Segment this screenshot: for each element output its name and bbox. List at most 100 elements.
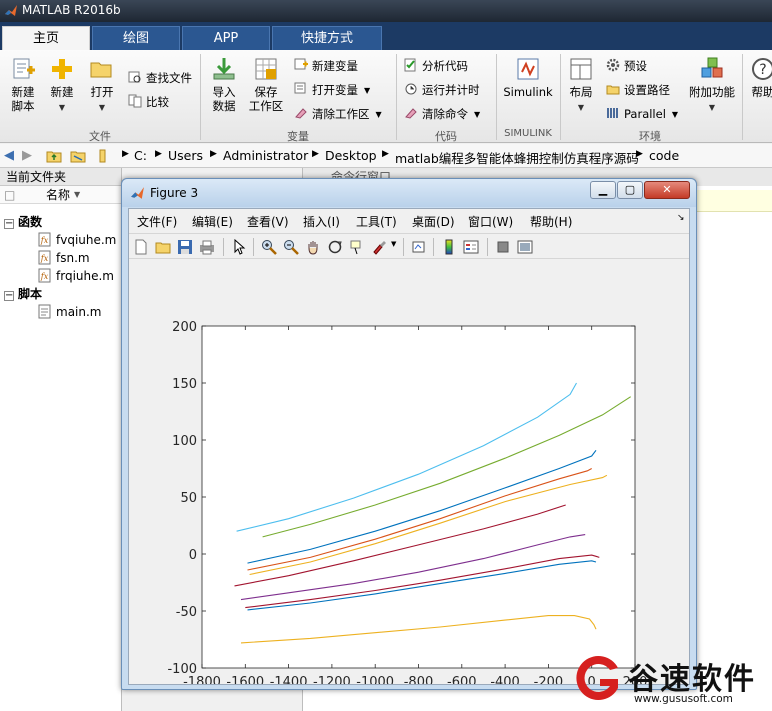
simulink-button[interactable]: Simulink xyxy=(500,56,556,99)
browse-folder-icon[interactable] xyxy=(70,148,86,164)
breadcrumb-separator: ▶ xyxy=(210,149,217,159)
brush-icon[interactable] xyxy=(371,239,387,255)
preferences-label: 预设 xyxy=(624,59,647,73)
clear-commands-button[interactable]: 清除命令 ▼ xyxy=(404,104,480,124)
app-title-bar: MATLAB R2016b xyxy=(0,0,772,22)
save-workspace-button[interactable]: 保存 工作区 xyxy=(246,56,286,113)
save-icon[interactable] xyxy=(177,239,193,255)
menu-help[interactable]: 帮助(H) xyxy=(530,213,572,230)
breadcrumb-separator: ▶ xyxy=(312,149,319,159)
data-cursor-icon[interactable] xyxy=(349,239,365,255)
save-workspace-label: 保存 工作区 xyxy=(248,85,284,113)
breadcrumb-item[interactable]: C: xyxy=(134,148,147,163)
chevron-down-icon: ▼ xyxy=(58,103,66,112)
open-label: 打开 xyxy=(90,85,114,99)
zoom-in-icon[interactable] xyxy=(261,239,277,255)
pointer-icon[interactable] xyxy=(231,239,247,255)
menu-expand-arrow-icon[interactable]: ↘ xyxy=(677,213,685,223)
menu-tools[interactable]: 工具(T) xyxy=(356,213,397,230)
show-plot-tools-icon[interactable] xyxy=(517,239,533,255)
new-label: 新建 xyxy=(50,85,74,99)
menu-window[interactable]: 窗口(W) xyxy=(468,213,513,230)
folder-up-icon[interactable] xyxy=(46,148,62,164)
forward-arrow-icon[interactable]: ▶ xyxy=(22,148,32,163)
help-button[interactable]: ? 帮助 xyxy=(748,56,772,99)
help-question-icon: ? xyxy=(752,58,772,80)
menu-file[interactable]: 文件(F) xyxy=(137,213,177,230)
close-button[interactable]: ✕ xyxy=(644,181,690,199)
collapse-icon[interactable]: − xyxy=(4,291,14,301)
set-path-button[interactable]: 设置路径 xyxy=(606,80,670,100)
file-item[interactable]: fx fsn.m xyxy=(38,250,90,267)
file-item[interactable]: fx frqiuhe.m xyxy=(38,268,114,285)
figure-window[interactable]: Figure 3 ▁ ▢ ✕ 文件(F) 编辑(E) 查看(V) 插入(I) 工… xyxy=(121,178,697,690)
column-header-name[interactable]: □ 名称 ▼ xyxy=(0,186,121,204)
preferences-button[interactable]: 预设 xyxy=(606,56,647,76)
compare-button[interactable]: 比较 xyxy=(128,92,169,112)
x-tick-label: -400 xyxy=(490,675,520,684)
zoom-out-icon[interactable] xyxy=(283,239,299,255)
chevron-down-icon: ▼ xyxy=(708,103,716,112)
line-chart[interactable]: -1800 -1600 -1400 -1200 -1000 -800 -600 -400 -20… xyxy=(129,260,689,690)
find-files-button[interactable]: 查找文件 xyxy=(128,68,192,88)
tab-apps[interactable]: APP xyxy=(182,26,270,50)
analyze-code-button[interactable]: 分析代码 xyxy=(404,56,468,76)
import-data-button[interactable]: 导入 数据 xyxy=(205,56,243,113)
addons-button[interactable]: 附加功能 ▼ xyxy=(686,56,738,115)
menu-insert[interactable]: 插入(I) xyxy=(303,213,340,230)
drive-folder-icon xyxy=(99,149,106,163)
brush-dropdown-icon[interactable]: ▼ xyxy=(391,240,396,248)
tree-group-functions[interactable]: − 函数 xyxy=(4,214,42,231)
app-title: MATLAB R2016b xyxy=(22,3,121,17)
set-path-icon xyxy=(606,85,620,95)
print-icon[interactable] xyxy=(199,239,215,255)
pan-hand-icon[interactable] xyxy=(305,239,321,255)
tab-plots[interactable]: 绘图 xyxy=(92,26,180,50)
new-figure-icon[interactable] xyxy=(133,239,149,255)
menu-desktop[interactable]: 桌面(D) xyxy=(412,213,455,230)
run-and-time-button[interactable]: 运行并计时 xyxy=(404,80,480,100)
back-arrow-icon[interactable]: ◀ xyxy=(4,148,14,163)
file-item[interactable]: main.m xyxy=(38,304,102,321)
watermark: 谷速软件 www.gususoft.com xyxy=(568,650,772,711)
hide-plot-tools-icon[interactable] xyxy=(495,239,511,255)
chevron-down-icon: ▼ xyxy=(375,110,382,119)
breadcrumb-item[interactable]: Administrator xyxy=(223,148,308,163)
breadcrumb-item[interactable]: code xyxy=(649,148,679,163)
maximize-button[interactable]: ▢ xyxy=(617,181,643,199)
minimize-button[interactable]: ▁ xyxy=(590,181,616,199)
file-item[interactable]: fx fvqiuhe.m xyxy=(38,232,116,249)
layout-button[interactable]: 布局 ▼ xyxy=(563,56,599,115)
menu-view[interactable]: 查看(V) xyxy=(247,213,289,230)
simulink-icon xyxy=(517,58,539,80)
breadcrumb-item[interactable]: Users xyxy=(168,148,203,163)
rotate-3d-icon[interactable] xyxy=(327,239,343,255)
x-tick-label: -1400 xyxy=(270,675,308,684)
new-button[interactable]: 新建 ▼ xyxy=(44,56,80,115)
figure-title-bar[interactable]: Figure 3 ▁ ▢ ✕ xyxy=(122,179,696,207)
open-button[interactable]: 打开 ▼ xyxy=(84,56,120,115)
group-label: 脚本 xyxy=(18,287,43,301)
open-variable-button[interactable]: 打开变量 ▼ xyxy=(294,80,370,100)
new-script-button[interactable]: 新建 脚本 xyxy=(4,56,42,113)
clear-workspace-button[interactable]: 清除工作区 ▼ xyxy=(294,104,382,124)
tab-shortcuts[interactable]: 快捷方式 xyxy=(272,26,382,50)
function-file-icon: fx xyxy=(38,232,51,247)
figure-canvas[interactable]: -1800 -1600 -1400 -1200 -1000 -800 -600 -400 -20… xyxy=(129,260,689,690)
function-file-icon: fx xyxy=(38,250,51,265)
chevron-down-icon: ▼ xyxy=(364,86,371,95)
parallel-button[interactable]: Parallel ▼ xyxy=(606,104,678,124)
legend-icon[interactable] xyxy=(463,239,479,255)
open-file-icon[interactable] xyxy=(155,239,171,255)
tab-home[interactable]: 主页 xyxy=(2,26,90,50)
tree-group-scripts[interactable]: − 脚本 xyxy=(4,286,42,303)
address-bar: ◀ ▶ ▶ C: ▶ Users ▶ Administrator ▶ Deskt… xyxy=(0,144,772,168)
link-plot-icon[interactable] xyxy=(411,239,427,255)
breadcrumb-item[interactable]: Desktop xyxy=(325,148,377,163)
menu-edit[interactable]: 编辑(E) xyxy=(192,213,233,230)
collapse-icon[interactable]: − xyxy=(4,219,14,229)
plot-area xyxy=(202,326,635,668)
new-variable-button[interactable]: 新建变量 xyxy=(294,56,358,76)
breadcrumb-item[interactable]: matlab编程多智能体蜂拥控制仿真程序源码 xyxy=(395,148,639,167)
colorbar-icon[interactable] xyxy=(441,239,457,255)
